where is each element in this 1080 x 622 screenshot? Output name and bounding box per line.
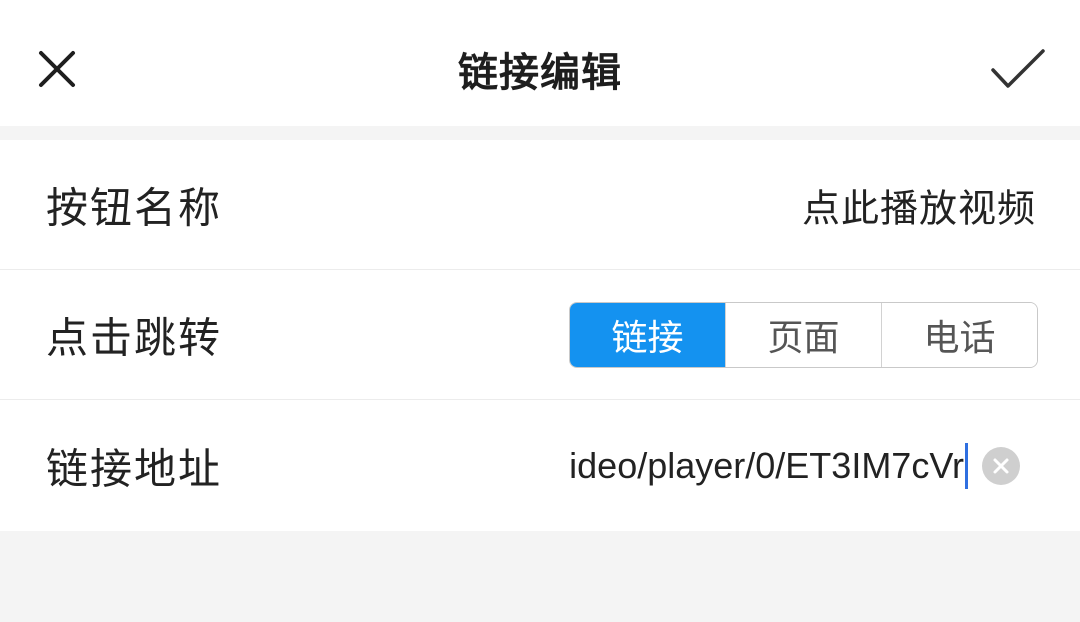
jump-type-label: 点击跳转 xyxy=(46,313,223,362)
link-address-row: 链接地址 ideo/player/0/ET3IM7cVr xyxy=(0,400,1080,531)
link-address-input[interactable]: ideo/player/0/ET3IM7cVr xyxy=(508,438,968,494)
link-address-value: ideo/player/0/ET3IM7cVr xyxy=(569,444,964,486)
button-name-row[interactable]: 按钮名称 点此播放视频 xyxy=(0,140,1080,270)
button-name-label: 按钮名称 xyxy=(46,183,223,232)
text-cursor xyxy=(965,442,968,489)
jump-type-segmented-control: 链接 页面 电话 xyxy=(569,301,1038,368)
confirm-button[interactable] xyxy=(978,34,1058,104)
clear-input-button[interactable] xyxy=(982,446,1020,485)
section-divider xyxy=(0,126,1080,140)
checkmark-icon xyxy=(991,49,1045,88)
nav-bar: 链接编辑 xyxy=(0,0,1080,126)
button-name-value[interactable]: 点此播放视频 xyxy=(802,177,1036,232)
link-edit-form: 按钮名称 点此播放视频 点击跳转 链接 页面 电话 链接地址 ideo/play… xyxy=(0,140,1080,531)
segment-phone[interactable]: 电话 xyxy=(881,302,1037,367)
segment-page[interactable]: 页面 xyxy=(725,302,881,367)
page-title: 链接编辑 xyxy=(458,50,622,96)
segment-link[interactable]: 链接 xyxy=(570,302,725,367)
link-address-label: 链接地址 xyxy=(46,444,223,493)
jump-type-row: 点击跳转 链接 页面 电话 xyxy=(0,270,1080,400)
clear-circle-icon xyxy=(993,458,1009,473)
